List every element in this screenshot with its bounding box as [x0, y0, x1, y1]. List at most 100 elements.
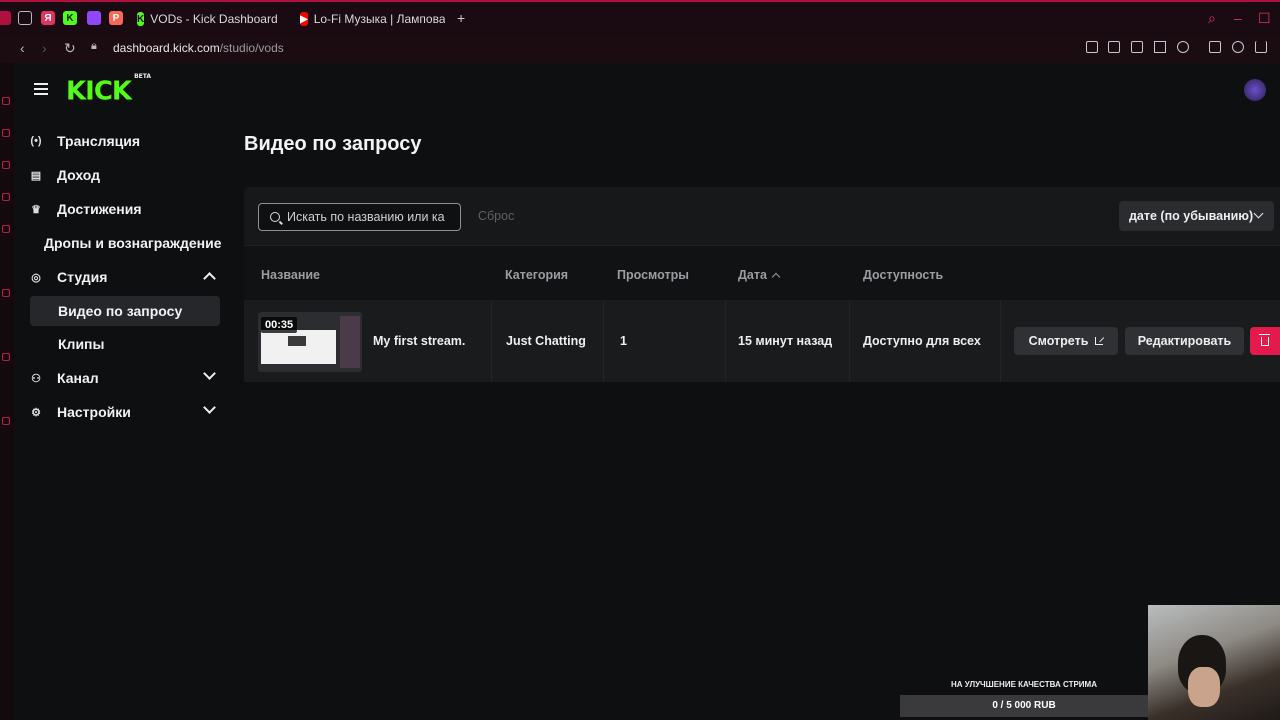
back-icon[interactable]: ‹ [20, 40, 25, 56]
date-cell: 15 минут назад [726, 300, 850, 382]
sidebar-item-achievements[interactable]: ♛ Достижения [30, 194, 220, 224]
column-date[interactable]: Дата [738, 268, 781, 282]
chevron-up-icon [203, 272, 216, 285]
tab-label: VODs - Kick Dashboard [150, 12, 277, 26]
sidebar-item-vods[interactable]: Видео по запросу [30, 296, 220, 326]
sidebar-app-icon[interactable] [2, 289, 10, 297]
hamburger-menu-icon[interactable] [34, 83, 48, 95]
views-text: 1 [620, 334, 627, 348]
sidebar-app-icon[interactable] [2, 417, 10, 425]
browser-tab-bar: Я K P K VODs - Kick Dashboard ▶ Lo-Fi Му… [0, 0, 1280, 37]
heart-icon[interactable] [1177, 41, 1189, 53]
maximize-button[interactable]: ☐ [1258, 10, 1271, 27]
gear-icon: ⚙ [31, 406, 41, 419]
url-field[interactable]: dashboard.kick.com/studio/vods [113, 41, 284, 55]
delete-button[interactable] [1250, 327, 1280, 355]
tab-lofi-music[interactable]: ▶ Lo-Fi Музыка | Ламповая [300, 9, 445, 29]
browser-sidebar [0, 63, 14, 720]
donation-progress-text: 0 / 5 000 RUB [992, 700, 1056, 711]
edit-label: Редактировать [1137, 334, 1232, 348]
search-icon[interactable]: ⌕ [1208, 10, 1216, 27]
availability-cell: Доступно для всех [850, 300, 1001, 382]
twitch-icon[interactable] [87, 11, 101, 25]
donation-goal-widget: НА УЛУЧШЕНИЕ КАЧЕСТВА СТРИМА 0 / 5 000 R… [900, 680, 1148, 718]
views-cell: 1 [604, 300, 726, 382]
sidebar-item-label: Клипы [58, 336, 105, 352]
sidebar-item-label: Видео по запросу [58, 303, 183, 319]
date-text: 15 минут назад [738, 334, 833, 348]
snapshot-icon[interactable] [1108, 41, 1120, 53]
watch-button[interactable]: Смотреть [1014, 327, 1118, 355]
minimize-button[interactable]: – [1234, 10, 1242, 26]
play-icon[interactable] [1154, 41, 1166, 53]
search-box[interactable] [258, 203, 461, 231]
sidebar-app-icon[interactable] [2, 225, 10, 233]
sidebar-item-label: Дропы и вознаграждение [44, 235, 222, 251]
trash-icon [1259, 333, 1270, 346]
sidebar-item-label: Канал [57, 370, 99, 386]
sidebar-app-icon[interactable] [2, 97, 10, 105]
column-availability[interactable]: Доступность [863, 268, 943, 282]
kick-logo[interactable]: KICKBETA [66, 73, 152, 106]
column-views[interactable]: Просмотры [617, 268, 689, 282]
sidebar-item-label: Доход [57, 167, 101, 183]
chevron-down-icon [203, 367, 216, 380]
sidebar-app-icon[interactable] [2, 161, 10, 169]
accent-line [0, 0, 1280, 2]
sort-label: дате (по убыванию) [1129, 209, 1254, 223]
page-title: Видео по запросу [244, 133, 422, 155]
reload-icon[interactable]: ↻ [64, 40, 76, 57]
watch-label: Смотреть [1028, 334, 1089, 348]
beta-badge: BETA [134, 73, 152, 80]
sidebar-app-icon[interactable] [2, 353, 10, 361]
search-icon [270, 212, 280, 222]
sidebar-item-clips[interactable]: Клипы [30, 329, 220, 359]
download-icon[interactable] [1255, 41, 1267, 53]
reset-button[interactable]: Сброс [478, 209, 514, 223]
sort-arrow-up-icon [771, 272, 781, 282]
webcam-person [1188, 667, 1220, 707]
income-icon: ▤ [30, 169, 42, 182]
profile-icon[interactable] [1232, 41, 1244, 53]
channel-icon: ⚇ [31, 372, 41, 385]
sidebar-item-income[interactable]: ▤ Доход [30, 160, 220, 190]
url-domain: dashboard.kick.com [113, 41, 220, 55]
shield-icon[interactable] [1131, 41, 1143, 53]
search-input[interactable] [287, 210, 457, 224]
sidebar-item-settings[interactable]: ⚙ Настройки [30, 397, 220, 427]
sidebar-item-broadcast[interactable]: (•) Трансляция [30, 126, 220, 156]
sidebar-item-drops[interactable]: Дропы и вознаграждение [44, 228, 244, 258]
column-date-label: Дата [738, 268, 767, 282]
sidebar-item-channel[interactable]: ⚇ Канал [30, 363, 220, 393]
lock-icon: 🔒︎ [91, 40, 97, 52]
filter-bar: Сброс дате (по убыванию) [244, 187, 1280, 245]
tab-label: Lo-Fi Музыка | Ламповая [313, 12, 445, 26]
sidebar-app-icon[interactable] [2, 129, 10, 137]
forward-icon[interactable]: › [42, 40, 47, 56]
patreon-icon[interactable]: P [109, 11, 123, 25]
donation-title: НА УЛУЧШЕНИЕ КАЧЕСТВА СТРИМА [951, 680, 1097, 689]
yandex-icon[interactable]: Я [41, 11, 55, 25]
new-tab-button[interactable]: + [457, 10, 465, 26]
extensions-icon[interactable] [1209, 41, 1221, 53]
tab-manager-icon[interactable] [18, 11, 32, 25]
tab-kick-dashboard[interactable]: K VODs - Kick Dashboard [137, 9, 277, 29]
sort-dropdown[interactable]: дате (по убыванию) [1119, 201, 1274, 231]
kick-pinned-icon[interactable]: K [63, 11, 77, 25]
table-row[interactable]: 00:35 My first stream. Just Chatting 1 1… [244, 300, 1280, 382]
kick-dashboard: KICKBETA (•) Трансляция ▤ Доход ♛ Достиж… [14, 63, 1280, 720]
sidebar-app-icon[interactable] [2, 193, 10, 201]
column-title[interactable]: Название [261, 268, 320, 282]
sidebar-item-label: Настройки [57, 404, 131, 420]
sidebar-item-studio[interactable]: ◎ Студия [30, 262, 220, 292]
video-title[interactable]: My first stream. [244, 300, 492, 382]
opera-icon[interactable] [0, 11, 11, 25]
pin-icon[interactable] [1086, 41, 1098, 53]
video-title-text: My first stream. [373, 334, 466, 348]
edit-button[interactable]: Редактировать [1125, 327, 1244, 355]
avatar[interactable] [1244, 79, 1266, 101]
availability-text: Доступно для всех [863, 334, 981, 348]
column-category[interactable]: Категория [505, 268, 568, 282]
sidebar-item-label: Достижения [57, 201, 142, 217]
external-link-icon [1095, 337, 1104, 345]
